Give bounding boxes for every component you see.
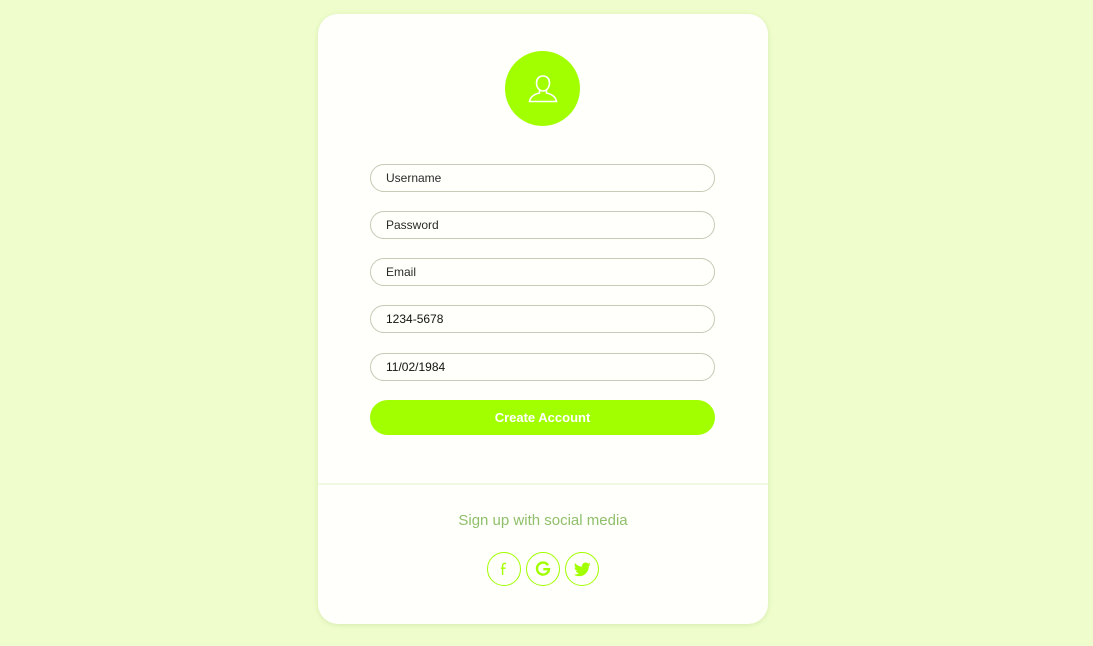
create-account-button[interactable]: Create Account: [370, 400, 715, 435]
twitter-icon: [573, 561, 591, 576]
birthdate-input[interactable]: [370, 353, 715, 381]
user-icon: [528, 74, 557, 102]
google-button[interactable]: [526, 552, 560, 586]
social-heading: Sign up with social media: [458, 512, 628, 529]
username-input[interactable]: [370, 164, 715, 192]
user-avatar: [505, 51, 580, 126]
signup-card: Create Account Sign up with social media: [318, 14, 768, 624]
phone-input[interactable]: [370, 305, 715, 333]
google-icon: [535, 561, 551, 576]
section-divider: [318, 483, 768, 485]
facebook-button[interactable]: [487, 552, 521, 586]
facebook-icon: [500, 562, 506, 575]
twitter-button[interactable]: [565, 552, 599, 586]
password-input[interactable]: [370, 211, 715, 239]
social-buttons: [487, 552, 599, 586]
email-input[interactable]: [370, 258, 715, 286]
